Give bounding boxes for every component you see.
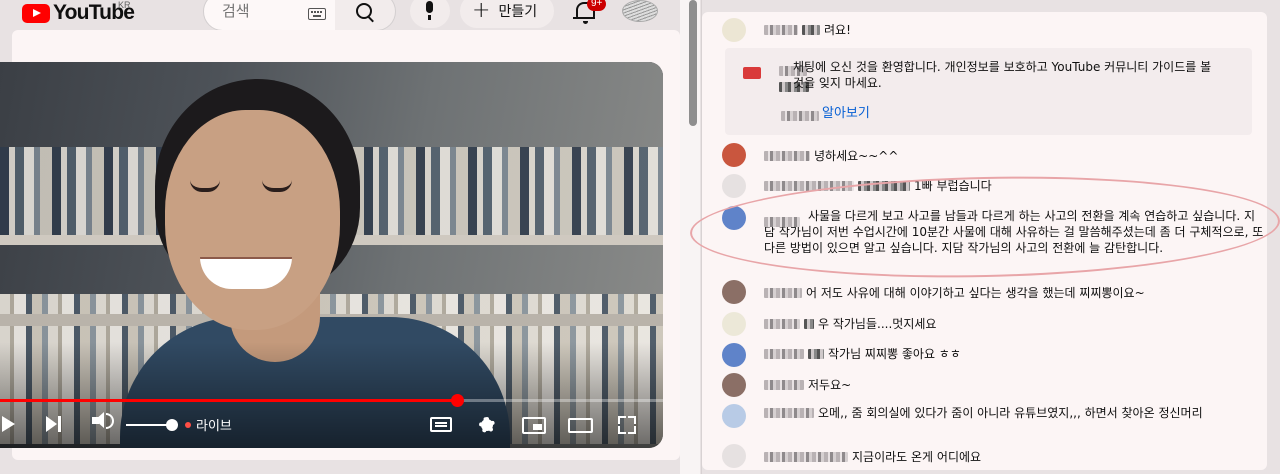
next-icon[interactable] xyxy=(46,416,62,432)
chat-message: 녕하세요~~^^ xyxy=(764,148,898,164)
message-text: 녕하세요~~^^ xyxy=(814,149,899,163)
masthead: YouTube KR + 만들기 9+ xyxy=(0,0,700,31)
message-text: 저두요~ xyxy=(808,378,852,392)
avatar[interactable] xyxy=(722,343,746,367)
progress-fill xyxy=(0,399,458,402)
scrollbar-thumb[interactable] xyxy=(689,0,697,126)
author-name[interactable] xyxy=(764,319,800,329)
chat-message: 어 저도 사유에 대해 이야기하고 싶다는 생각을 했는데 찌찌뽕이요~ xyxy=(764,285,1145,301)
video-player[interactable]: 라이브 xyxy=(0,62,663,448)
avatar[interactable] xyxy=(722,312,746,336)
search-input[interactable] xyxy=(220,1,294,21)
play-icon[interactable] xyxy=(2,416,15,432)
mic-icon xyxy=(426,1,433,20)
author-name[interactable] xyxy=(764,288,802,298)
welcome-text: 채팅에 오신 것을 환영합니다. 개인정보를 보호하고 YouTube 커뮤니티… xyxy=(793,60,1212,90)
plus-icon: + xyxy=(472,0,491,23)
theater-icon[interactable] xyxy=(568,418,593,433)
welcome-banner: 채팅에 오신 것을 환영합니다. 개인정보를 보호하고 YouTube 커뮤니티… xyxy=(725,48,1252,135)
search-button[interactable] xyxy=(335,0,396,31)
search-icon xyxy=(356,3,372,19)
chat-message: 우 작가님들....멋지세요 xyxy=(764,316,936,332)
message-text: 려요! xyxy=(824,23,851,37)
presenter-face xyxy=(165,110,340,330)
subtitles-icon[interactable] xyxy=(430,417,452,432)
avatar[interactable] xyxy=(722,280,746,304)
chat-message: 지금이라도 온게 어디에요 xyxy=(764,449,981,465)
avatar[interactable] xyxy=(722,404,746,428)
volume-knob[interactable] xyxy=(166,419,178,431)
avatar[interactable] xyxy=(722,143,746,167)
youtube-logo-icon xyxy=(22,3,50,23)
message-text: 어 저도 사유에 대해 이야기하고 싶다는 생각을 했는데 찌찌뽕이요~ xyxy=(806,286,1145,300)
volume-icon[interactable] xyxy=(92,412,114,429)
notification-badge: 9+ xyxy=(587,0,607,11)
avatar[interactable] xyxy=(722,444,746,468)
live-label[interactable]: 라이브 xyxy=(196,415,232,434)
account-icon[interactable] xyxy=(622,0,658,22)
message-text: 우 작가님들....멋지세요 xyxy=(818,317,937,331)
chat-message: 려요! xyxy=(764,22,851,38)
chat-message: 오메,, 줌 회의실에 있다가 줌이 아니라 유튜브였지,,, 하면서 찾아온 … xyxy=(764,405,1254,421)
author-name[interactable] xyxy=(764,349,804,359)
avatar[interactable] xyxy=(722,174,746,198)
create-button[interactable]: + 만들기 xyxy=(460,0,554,28)
learn-more-link[interactable]: 알아보기 xyxy=(822,102,870,121)
voice-search-button[interactable] xyxy=(410,0,450,28)
avatar[interactable] xyxy=(722,373,746,397)
author-name[interactable] xyxy=(764,380,804,390)
controls-gradient xyxy=(0,342,663,448)
message-text: 작가님 찌찌뽕 좋아요 ㅎㅎ xyxy=(828,347,961,361)
country-code: KR xyxy=(118,0,131,10)
author-name[interactable] xyxy=(764,25,798,35)
message-text: 지금이라도 온게 어디에요 xyxy=(852,450,982,464)
author-name[interactable] xyxy=(764,452,848,462)
keyboard-icon[interactable] xyxy=(308,8,326,20)
avatar[interactable] xyxy=(722,18,746,42)
message-text: 오메,, 줌 회의실에 있다가 줌이 아니라 유튜브였지,,, 하면서 찾아온 … xyxy=(818,406,1203,420)
miniplayer-icon[interactable] xyxy=(522,417,546,434)
live-dot-icon xyxy=(185,422,191,428)
youtube-icon xyxy=(743,67,761,79)
fullscreen-icon[interactable] xyxy=(618,416,636,434)
create-label: 만들기 xyxy=(498,4,538,20)
chat-message: 작가님 찌찌뽕 좋아요 ㅎㅎ xyxy=(764,346,961,362)
chat-message: 저두요~ xyxy=(764,377,851,393)
author-name[interactable] xyxy=(764,408,814,418)
author-name[interactable] xyxy=(764,151,810,161)
search-box[interactable] xyxy=(203,0,337,31)
settings-icon[interactable] xyxy=(477,415,497,435)
